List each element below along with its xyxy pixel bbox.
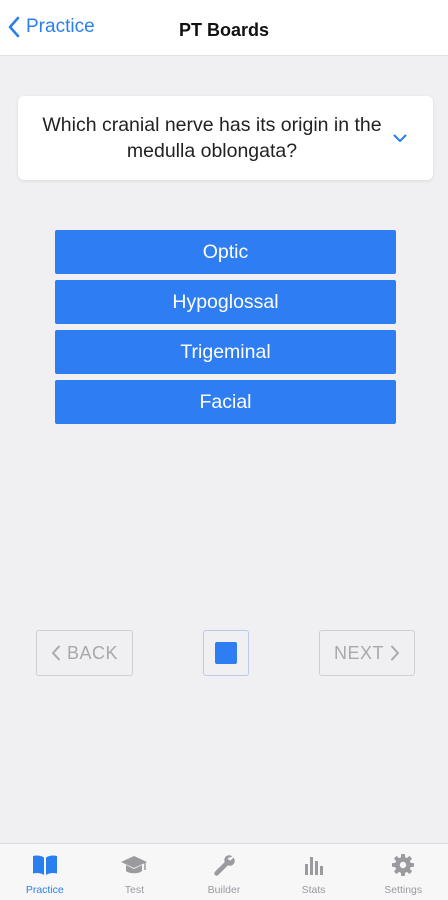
tab-label: Practice — [25, 884, 64, 896]
wrench-icon — [214, 855, 235, 876]
answer-button-facial[interactable]: Facial — [55, 380, 396, 424]
question-card[interactable]: Which cranial nerve has its origin in th… — [18, 96, 433, 180]
question-text: Which cranial nerve has its origin in th… — [42, 114, 382, 162]
next-button-label: NEXT — [333, 642, 384, 663]
tab-label: Settings — [384, 884, 423, 896]
answer-button-hypoglossal[interactable]: Hypoglossal — [55, 280, 396, 324]
answer-button-trigeminal[interactable]: Trigeminal — [55, 330, 396, 374]
answer-button-optic[interactable]: Optic — [55, 230, 396, 274]
tab-bar: Practice Test Builder Stats Settings — [0, 843, 448, 900]
chevron-right-icon — [391, 645, 399, 661]
chevron-left-icon — [51, 645, 60, 661]
back-button[interactable]: BACK — [36, 630, 133, 676]
tab-label: Builder — [207, 884, 241, 896]
chevron-down-icon — [393, 134, 407, 142]
tab-builder[interactable]: Builder — [179, 844, 269, 900]
tab-practice[interactable]: Practice — [0, 844, 90, 900]
stop-button[interactable] — [203, 630, 249, 676]
stop-icon — [215, 642, 237, 664]
graduation-cap-icon — [121, 856, 148, 874]
page-title: PT Boards — [178, 20, 270, 40]
tab-settings[interactable]: Settings — [358, 844, 448, 900]
app-screen: Practice PT Boards Which cranial nerve h… — [0, 0, 448, 900]
navigation-bar: Practice PT Boards — [0, 0, 448, 56]
bar-chart-icon — [304, 857, 323, 875]
gear-icon — [392, 854, 415, 876]
back-button-label: BACK — [66, 642, 119, 663]
book-icon — [32, 855, 57, 875]
tab-test[interactable]: Test — [90, 844, 180, 900]
tab-label: Test — [124, 884, 145, 896]
answer-list: Optic Hypoglossal Trigeminal Facial — [55, 230, 396, 430]
tab-stats[interactable]: Stats — [269, 844, 359, 900]
next-button[interactable]: NEXT — [319, 630, 415, 676]
expand-question-button[interactable] — [393, 130, 407, 148]
tab-label: Stats — [301, 884, 326, 896]
